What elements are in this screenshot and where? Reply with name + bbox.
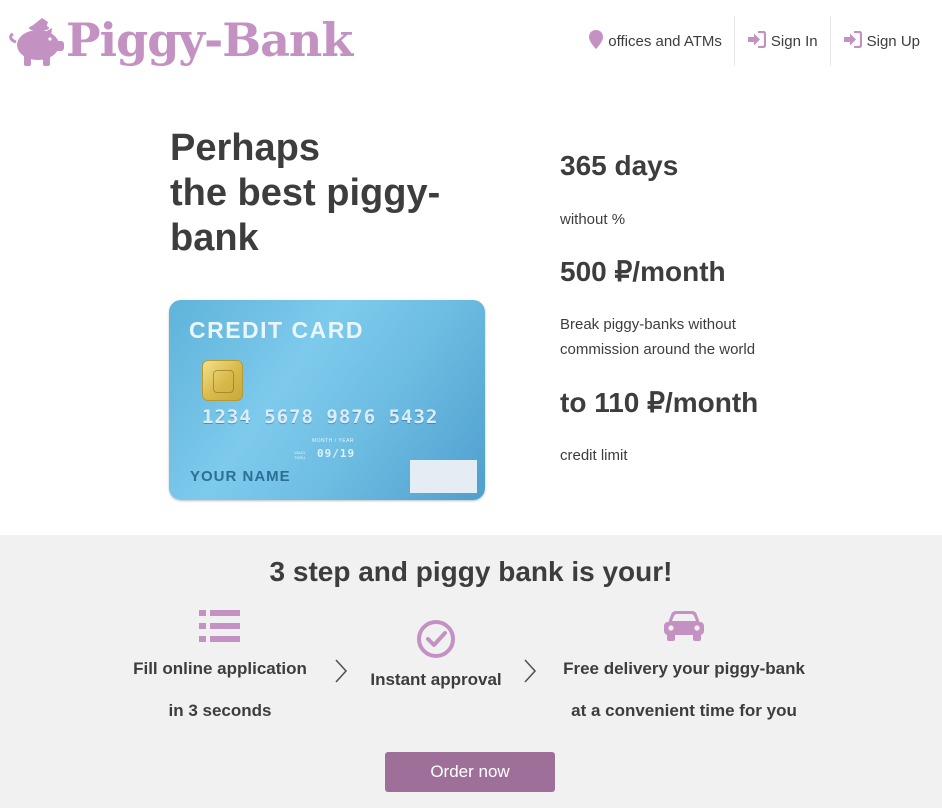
nav-offices-label: offices and ATMs [608,32,722,50]
step-fill-application: Fill online application in 3 seconds [110,609,330,732]
feature-description: without % [560,211,626,228]
nav-sign-up-label: Sign Up [866,32,920,50]
feature-heading: 500 ₽/month [560,256,726,287]
card-valid-date: 09/19 [317,447,356,460]
card-title: CREDIT CARD [189,317,364,343]
card-signature-panel [410,460,477,493]
logo[interactable]: Piggy-Bank [8,13,353,70]
piggy-icon [8,16,66,68]
hero-title-line: the best piggy- [170,172,441,214]
hero-title-line: Perhaps [170,127,320,169]
chevron-right-icon [523,659,537,688]
step-instant-approval: Instant approval [356,619,516,701]
hero-title-line: bank [170,217,259,259]
map-pin-icon [589,29,608,53]
step-line: Instant approval [370,670,502,689]
list-icon [110,609,330,643]
check-circle-icon [356,619,516,659]
feature-description: Break piggy-banks without commission aro… [560,316,756,358]
nav-sign-in-label: Sign In [770,32,818,50]
feature-heading: to 110 ₽/month [560,387,759,418]
credit-card-image: CREDIT CARD 1234 5678 9876 5432 MONTH / … [169,300,485,500]
sign-in-icon [843,30,867,52]
hero-title: Perhaps the best piggy- bank [170,126,490,261]
steps-title: 3 step and piggy bank is your! [269,556,673,587]
top-nav: offices and ATMs Sign In Sign Up [577,16,932,66]
nav-sign-up[interactable]: Sign Up [829,16,932,66]
card-valid-caption: MONTH / YEAR [312,438,355,444]
car-icon [544,609,824,643]
order-now-button[interactable]: Order now [385,752,555,792]
chevron-right-icon [334,659,348,688]
card-holder-name: YOUR NAME [190,468,291,485]
sign-in-icon [747,30,771,52]
nav-sign-in[interactable]: Sign In [733,16,830,66]
step-line: Fill online application [133,659,307,678]
logo-text: Piggy-Bank [66,13,353,67]
step-free-delivery: Free delivery your piggy-bank at a conve… [544,609,824,732]
nav-offices-atms[interactable]: offices and ATMs [577,16,734,66]
feature-heading: 365 days [560,150,679,181]
site-header: Piggy-Bank offices and ATMs Sign In Sign… [0,0,942,80]
feature-description: credit limit [560,447,628,464]
card-valid-small: VALID THRU [294,450,306,460]
step-line: at a convenient time for you [571,701,797,720]
step-line: Free delivery your piggy-bank [563,659,805,678]
steps-section: 3 step and piggy bank is your! Fill onli… [0,535,942,808]
card-chip-icon [202,360,243,401]
step-line: in 3 seconds [168,701,272,720]
card-number: 1234 5678 9876 5432 [202,406,439,428]
